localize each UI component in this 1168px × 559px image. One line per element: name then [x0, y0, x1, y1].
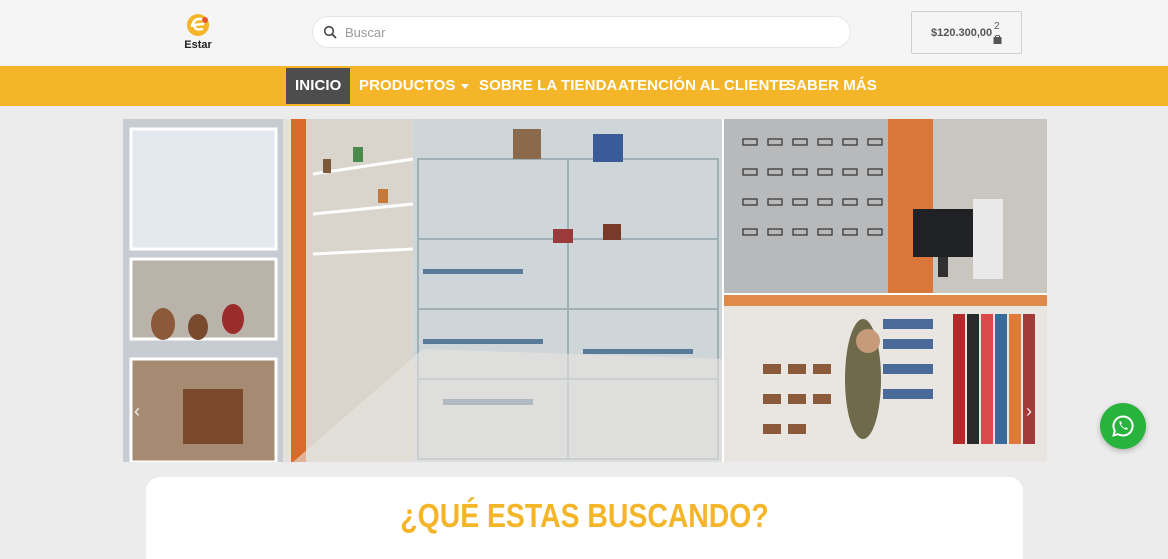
- search-bar: [313, 17, 850, 47]
- nav-item-productos[interactable]: PRODUCTOS: [359, 68, 470, 104]
- cart-icon: [993, 35, 1002, 44]
- nav-item-label: SOBRE LA TIENDA: [479, 77, 618, 94]
- cart-count-badge: 2: [994, 21, 1000, 32]
- search-icon[interactable]: [323, 25, 337, 39]
- nav-item-label: PRODUCTOS: [359, 77, 456, 94]
- slider-next-arrow[interactable]: ›: [1026, 401, 1032, 422]
- slider-prev-arrow[interactable]: ‹: [134, 401, 140, 422]
- whatsapp-icon: [1112, 415, 1134, 437]
- store-interior-image: [123, 119, 1047, 462]
- brand-logo[interactable]: Estar: [180, 13, 220, 55]
- nav-item-label: ATENCIÓN AL CLIENTE: [618, 77, 789, 94]
- whatsapp-button[interactable]: [1100, 403, 1146, 449]
- chevron-down-icon: [461, 83, 470, 89]
- logo-text: Estar: [184, 39, 212, 51]
- search-input[interactable]: [345, 21, 840, 43]
- nav-item-atencion-al-cliente[interactable]: ATENCIÓN AL CLIENTE: [618, 68, 789, 104]
- logo-icon: [187, 14, 209, 36]
- nav-item-label: INICIO: [295, 77, 342, 94]
- cart-total: $120.300,00: [931, 27, 993, 39]
- main-nav: INICIO PRODUCTOS SOBRE LA TIENDA ATENCIÓ…: [0, 66, 1168, 106]
- search-section-card: ¿QUÉ ESTAS BUSCANDO?: [146, 477, 1023, 559]
- nav-item-sobre-la-tienda[interactable]: SOBRE LA TIENDA: [479, 68, 617, 104]
- cart-button[interactable]: $120.300,00 2: [911, 11, 1022, 54]
- section-title: ¿QUÉ ESTAS BUSCANDO?: [400, 497, 769, 534]
- nav-item-label: SABER MÁS: [786, 77, 877, 94]
- nav-item-inicio[interactable]: INICIO: [286, 68, 351, 104]
- site-header: Estar $120.300,00 2: [0, 0, 1168, 66]
- hero-slider[interactable]: ‹ ›: [123, 119, 1047, 462]
- nav-item-saber-mas[interactable]: SABER MÁS: [786, 68, 877, 104]
